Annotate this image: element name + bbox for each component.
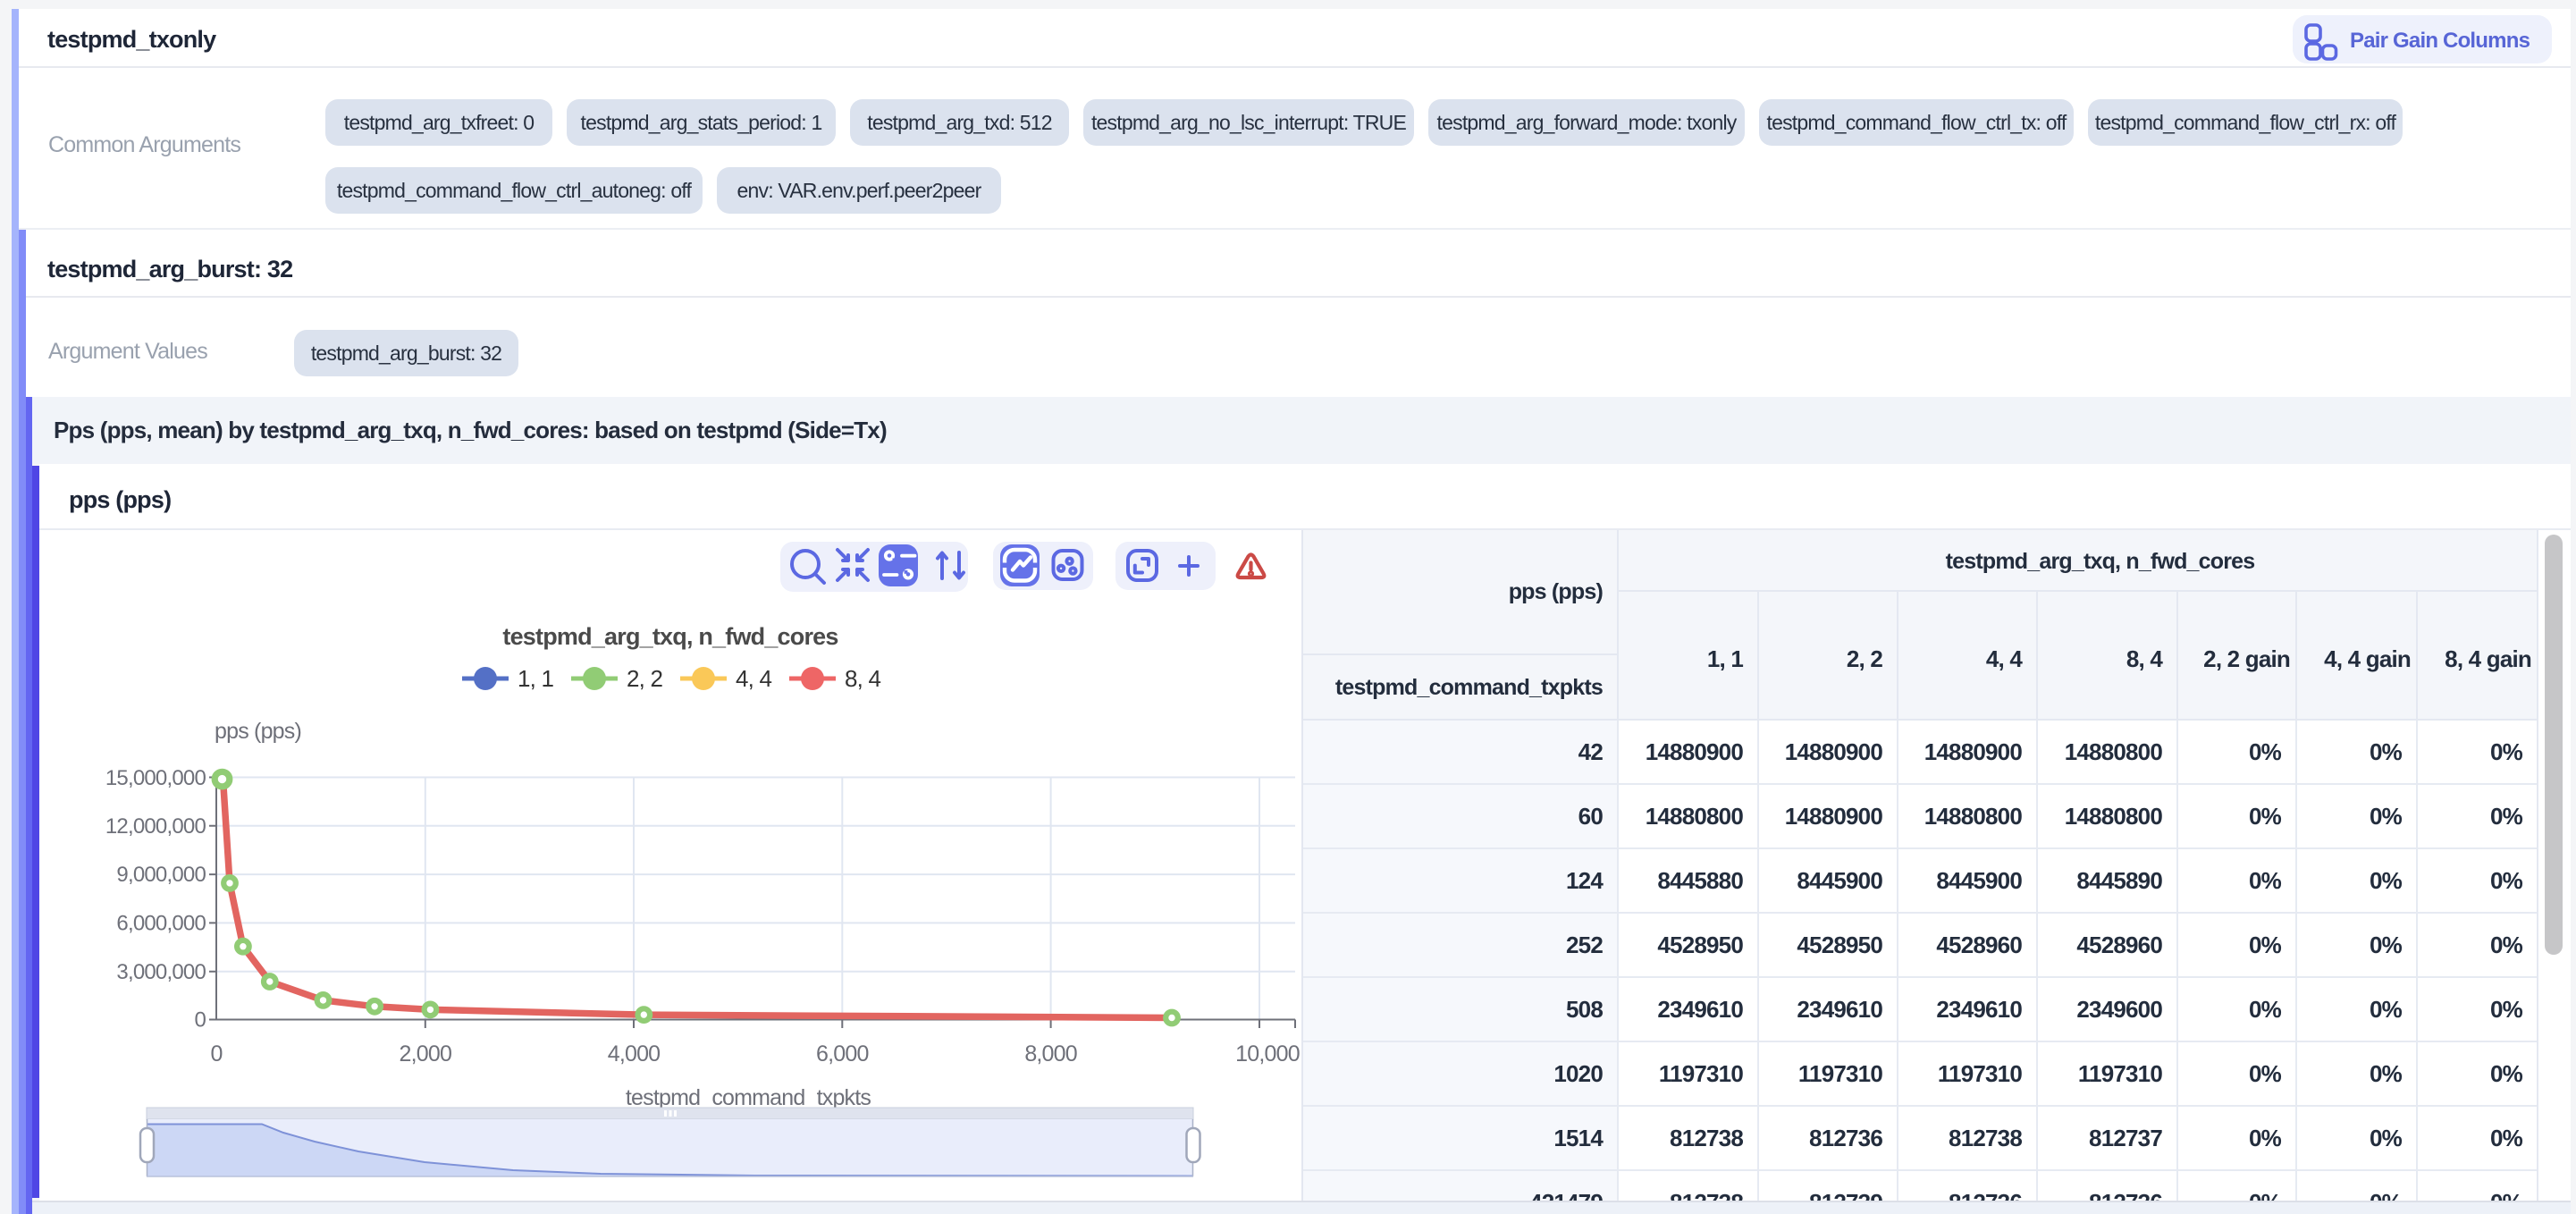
svg-text:12,000,000: 12,000,000	[105, 814, 206, 839]
svg-text:9,000,000: 9,000,000	[116, 863, 206, 887]
svg-text:6,000: 6,000	[816, 1041, 869, 1066]
svg-text:0: 0	[210, 1041, 222, 1066]
svg-text:4, 4: 4, 4	[736, 665, 772, 692]
svg-text:2, 2: 2, 2	[627, 665, 663, 692]
svg-text:0: 0	[194, 1008, 206, 1033]
svg-text:3,000,000: 3,000,000	[116, 960, 206, 984]
svg-text:1, 1: 1, 1	[518, 665, 554, 692]
svg-text:6,000,000: 6,000,000	[116, 912, 206, 936]
svg-text:15,000,000: 15,000,000	[105, 766, 206, 790]
svg-text:8,000: 8,000	[1024, 1041, 1077, 1066]
svg-text:4,000: 4,000	[608, 1041, 661, 1066]
svg-text:pps (pps): pps (pps)	[215, 719, 301, 744]
svg-text:2,000: 2,000	[400, 1041, 452, 1066]
svg-text:testpmd_arg_txq, n_fwd_cores: testpmd_arg_txq, n_fwd_cores	[502, 623, 838, 650]
svg-text:8, 4: 8, 4	[845, 665, 881, 692]
svg-text:testpmd_command_txpkts: testpmd_command_txpkts	[626, 1085, 871, 1110]
svg-text:10,000: 10,000	[1235, 1041, 1300, 1066]
